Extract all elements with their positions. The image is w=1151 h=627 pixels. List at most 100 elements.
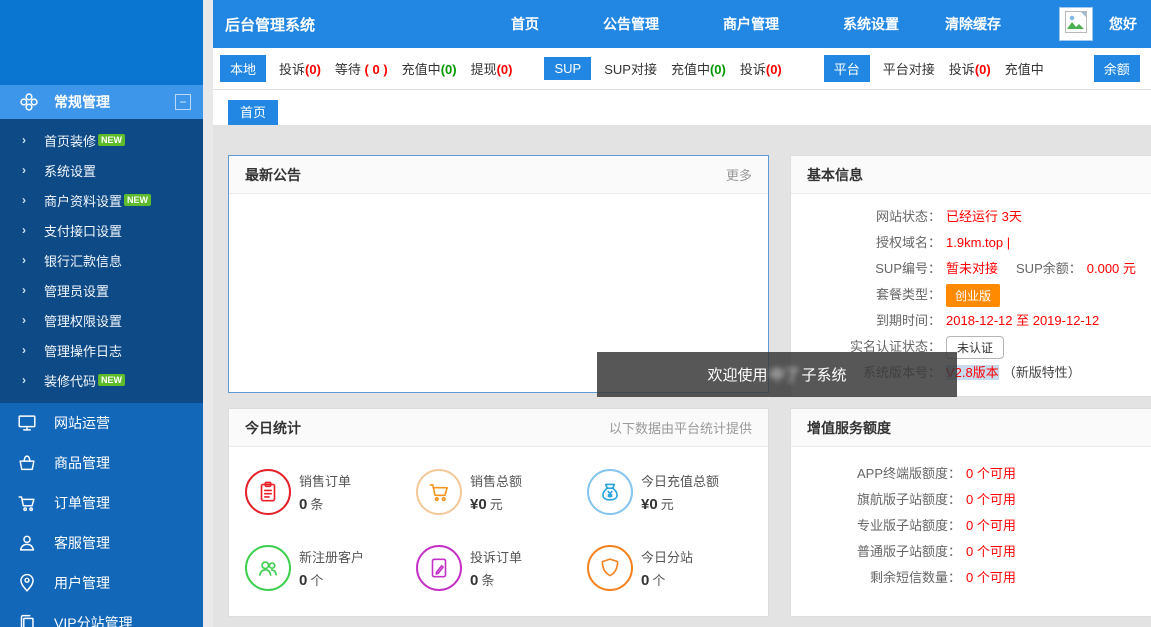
status-badge-local[interactable]: 本地 — [220, 55, 266, 82]
moneybag-icon — [587, 469, 633, 515]
sidebar-item-permission-settings[interactable]: ›管理权限设置 — [0, 305, 203, 335]
sidebar-item-customer-service[interactable]: 客服管理 — [0, 523, 203, 563]
nav-home[interactable]: 首页 — [511, 14, 539, 34]
nav-merchant[interactable]: 商户管理 — [723, 14, 779, 34]
sidebar-item-merchant-profile[interactable]: ›商户资料设置NEW — [0, 185, 203, 215]
stat-value: ¥0元 — [641, 494, 719, 513]
clover-icon — [18, 91, 40, 113]
stat-value: ¥0元 — [470, 494, 522, 513]
sidebar-item-decor-code[interactable]: ›装修代码NEW — [0, 365, 203, 395]
customers-icon — [245, 545, 291, 591]
statusbar: 本地 投诉(0) 等待 ( 0 ) 充值中(0) 提现(0) SUP SUP对接… — [213, 48, 1151, 90]
sidebar-item-system-settings[interactable]: ›系统设置 — [0, 155, 203, 185]
chevron-right-icon: › — [22, 193, 26, 207]
broken-image-icon — [1064, 10, 1088, 39]
chevron-right-icon: › — [22, 253, 26, 267]
sidebar-item-bank-transfer[interactable]: ›银行汇款信息 — [0, 245, 203, 275]
quota-row-sms: 剩余短信数量：0 个可用 — [791, 565, 1151, 591]
basket-icon — [16, 452, 38, 474]
quota-row-standard: 普通版子站额度：0 个可用 — [791, 539, 1151, 565]
info-row-package: 套餐类型：创业版 — [791, 282, 1151, 308]
count-badge: (0) — [710, 62, 726, 77]
count-badge: (0) — [497, 62, 513, 77]
monitor-icon — [16, 412, 38, 434]
status-group-local: 本地 投诉(0) 等待 ( 0 ) 充值中(0) 提现(0) — [220, 55, 526, 82]
status-item-waiting[interactable]: 等待 ( 0 ) — [335, 59, 388, 78]
avatar[interactable] — [1059, 7, 1093, 41]
status-item-platform-link[interactable]: 平台对接 — [883, 59, 935, 78]
status-group-platform: 平台 平台对接 投诉(0) 充值中 — [824, 55, 1058, 82]
nav-settings[interactable]: 系统设置 — [843, 14, 899, 34]
sidebar-item-order-management[interactable]: 订单管理 — [0, 483, 203, 523]
status-item-complaint[interactable]: 投诉(0) — [740, 59, 782, 78]
quota-row-app: APP终端版额度：0 个可用 — [791, 461, 1151, 487]
sidebar-item-payment-api[interactable]: ›支付接口设置 — [0, 215, 203, 245]
status-item-sup-link[interactable]: SUP对接 — [604, 59, 657, 78]
status-item-complaint[interactable]: 投诉(0) — [949, 59, 991, 78]
chevron-right-icon: › — [22, 223, 26, 237]
app-title: 后台管理系统 — [225, 14, 315, 35]
version-features-link: （新版特性） — [1003, 365, 1081, 380]
panel-title: 基本信息 — [807, 165, 863, 185]
user-greeting[interactable]: 您好 — [1109, 14, 1137, 34]
count-badge: (0) — [441, 62, 457, 77]
info-row-expire: 到期时间：2018-12-12 至 2019-12-12 — [791, 308, 1151, 334]
complaint-doc-icon — [416, 545, 462, 591]
support-person-icon — [16, 532, 38, 554]
stat-new-customers: 新注册客户0个 — [245, 545, 416, 591]
admin-dashboard: 后台管理系统 首页 公告管理 商户管理 系统设置 清除缓存 您好 本地 投诉(0… — [0, 0, 1151, 627]
chevron-right-icon: › — [22, 163, 26, 177]
stat-recharge-total: 今日充值总额¥0元 — [587, 469, 758, 515]
sidebar-item-admin-settings[interactable]: ›管理员设置 — [0, 275, 203, 305]
shield-icon — [587, 545, 633, 591]
welcome-toast: 欢迎使用中了子系统 — [597, 352, 957, 397]
nav-announce[interactable]: 公告管理 — [603, 14, 659, 34]
panel-today-stats: 今日统计 以下数据由平台统计提供 销售订单0条 销售总额¥0元 — [228, 408, 769, 617]
more-link[interactable]: 更多 — [726, 165, 752, 184]
panel-service-quota: 增值服务额度 APP终端版额度：0 个可用 旗航版子站额度：0 个可用 专业版子… — [790, 408, 1151, 617]
stats-source-note: 以下数据由平台统计提供 — [609, 418, 752, 437]
pages-icon — [16, 612, 38, 627]
new-badge: NEW — [98, 374, 125, 386]
sidebar-item-home-decor[interactable]: ›首页装修NEW — [0, 125, 203, 155]
status-group-balance: 余额 结算记录 — [1094, 55, 1151, 82]
collapse-icon[interactable]: − — [175, 94, 191, 110]
panel-title: 增值服务额度 — [807, 418, 891, 438]
tab-home[interactable]: 首页 — [228, 100, 278, 125]
status-item-recharging[interactable]: 充值中(0) — [402, 59, 457, 78]
stat-sales-total: 销售总额¥0元 — [416, 469, 587, 515]
sidebar-item-site-operation[interactable]: 网站运营 — [0, 403, 203, 443]
nav-clear-cache[interactable]: 清除缓存 — [945, 14, 1001, 34]
sidebar-group-general[interactable]: 常规管理 − — [0, 85, 203, 119]
info-row-sup: SUP编号：暂未对接SUP余额：0.000 元 — [791, 256, 1151, 282]
chevron-right-icon: › — [22, 133, 26, 147]
status-badge-sup[interactable]: SUP — [544, 57, 591, 80]
panel-header: 最新公告 更多 — [229, 156, 768, 194]
sidebar-item-product-management[interactable]: 商品管理 — [0, 443, 203, 483]
package-badge: 创业版 — [946, 284, 1000, 307]
status-item-recharging[interactable]: 充值中(0) — [671, 59, 726, 78]
count-badge: ( 0 ) — [361, 62, 388, 77]
status-item-withdraw[interactable]: 提现(0) — [471, 59, 513, 78]
count-badge: (0) — [766, 62, 782, 77]
panel-header: 基本信息 — [791, 156, 1151, 194]
panel-header: 增值服务额度 — [791, 409, 1151, 447]
chevron-right-icon: › — [22, 313, 26, 327]
status-item-recharging[interactable]: 充值中 — [1005, 59, 1044, 78]
tabstrip: 首页 — [213, 90, 1151, 125]
quota-body: APP终端版额度：0 个可用 旗航版子站额度：0 个可用 专业版子站额度：0 个… — [791, 447, 1151, 591]
stat-value: 0个 — [299, 570, 364, 589]
sidebar-item-operation-log[interactable]: ›管理操作日志 — [0, 335, 203, 365]
new-badge: NEW — [124, 194, 151, 206]
chevron-right-icon: › — [22, 283, 26, 297]
sidebar-item-user-management[interactable]: 用户管理 — [0, 563, 203, 603]
quota-row-flagship: 旗航版子站额度：0 个可用 — [791, 487, 1151, 513]
stat-complaint-orders: 投诉订单0条 — [416, 545, 587, 591]
status-badge-platform[interactable]: 平台 — [824, 55, 870, 82]
sidebar-item-vip-substation[interactable]: VIP分站管理 — [0, 603, 203, 627]
sidebar: 常规管理 − ›首页装修NEW ›系统设置 ›商户资料设置NEW ›支付接口设置… — [0, 0, 203, 627]
status-item-complaint[interactable]: 投诉(0) — [279, 59, 321, 78]
sidebar-group-label: 常规管理 — [54, 92, 175, 112]
status-badge-balance[interactable]: 余额 — [1094, 55, 1140, 82]
panel-title: 今日统计 — [245, 418, 301, 438]
